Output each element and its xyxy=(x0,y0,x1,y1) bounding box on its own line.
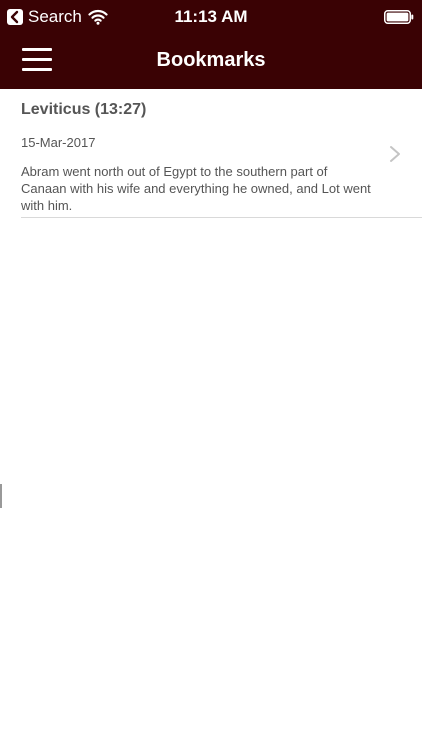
header: Search 11:13 AM Bookmarks xyxy=(0,0,422,89)
chevron-right-icon xyxy=(390,146,400,162)
bookmark-row[interactable]: Leviticus (13:27) 15-Mar-2017 Abram went… xyxy=(21,89,422,218)
navigation-bar: Bookmarks xyxy=(0,34,422,89)
edge-marker xyxy=(0,484,2,508)
page-title: Bookmarks xyxy=(156,49,266,71)
battery-icon xyxy=(384,10,414,24)
status-bar: Search 11:13 AM xyxy=(0,0,422,34)
bookmark-list: Leviticus (13:27) 15-Mar-2017 Abram went… xyxy=(0,89,422,218)
bookmark-verse-text: Abram went north out of Egypt to the sou… xyxy=(21,164,371,213)
bookmark-date: 15-Mar-2017 xyxy=(21,135,96,150)
app-screen: Search 11:13 AM Bookmarks Leviticus (13:… xyxy=(0,0,422,750)
bookmark-reference: Leviticus (13:27) xyxy=(21,101,147,118)
status-time: 11:13 AM xyxy=(174,7,248,26)
